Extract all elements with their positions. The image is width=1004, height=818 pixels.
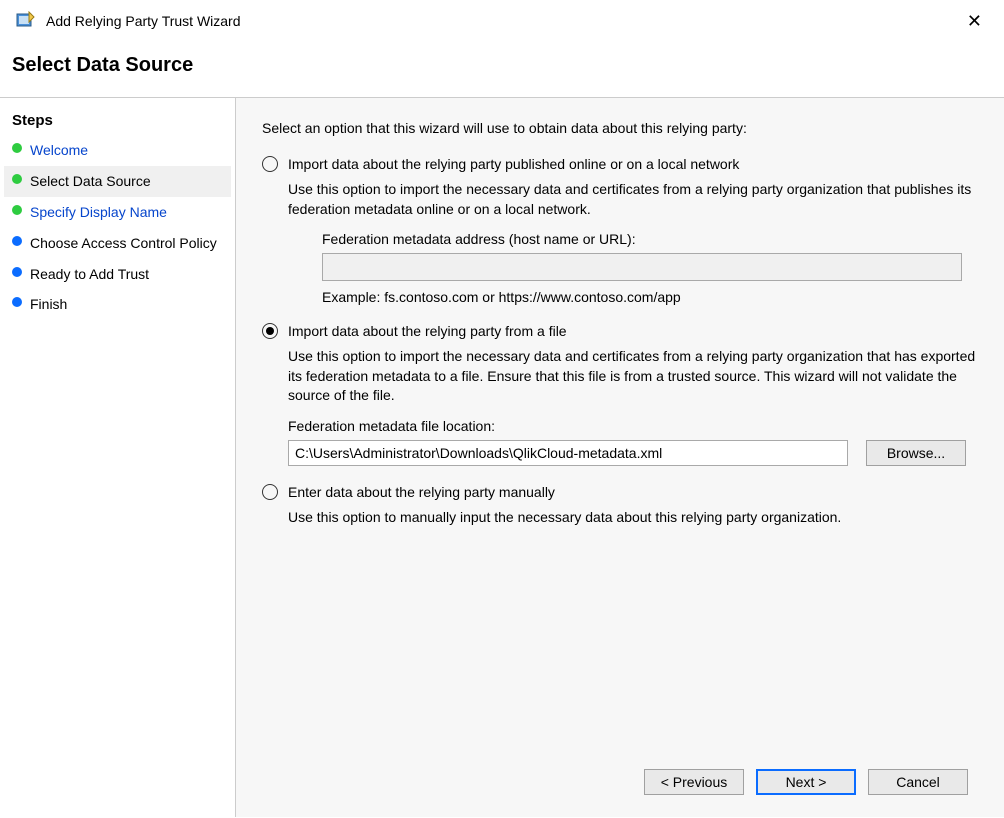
metadata-address-label: Federation metadata address (host name o…	[322, 231, 978, 247]
wizard-icon	[16, 11, 36, 31]
step-label: Welcome	[30, 141, 88, 160]
step-label: Specify Display Name	[30, 203, 167, 222]
next-button[interactable]: Next >	[756, 769, 856, 795]
step-choose-access-control[interactable]: Choose Access Control Policy	[4, 228, 231, 259]
cancel-button[interactable]: Cancel	[868, 769, 968, 795]
metadata-address-input[interactable]	[322, 253, 962, 281]
close-icon[interactable]: ✕	[957, 8, 992, 34]
wizard-button-bar: < Previous Next > Cancel	[262, 753, 978, 817]
step-bullet-icon	[12, 236, 22, 246]
wizard-body: Steps Welcome Select Data Source Specify…	[0, 97, 1004, 817]
step-label: Ready to Add Trust	[30, 265, 149, 284]
radio-label[interactable]: Enter data about the relying party manua…	[288, 484, 555, 500]
step-select-data-source[interactable]: Select Data Source	[4, 166, 231, 197]
previous-button[interactable]: < Previous	[644, 769, 744, 795]
page-header: Select Data Source	[0, 40, 1004, 97]
step-ready-to-add-trust[interactable]: Ready to Add Trust	[4, 259, 231, 290]
step-bullet-icon	[12, 267, 22, 277]
step-bullet-icon	[12, 205, 22, 215]
option-description: Use this option to manually input the ne…	[288, 508, 978, 528]
step-label: Choose Access Control Policy	[30, 234, 217, 253]
option-import-online: Import data about the relying party publ…	[262, 156, 978, 305]
page-title: Select Data Source	[12, 54, 992, 77]
browse-button[interactable]: Browse...	[866, 440, 966, 466]
option-enter-manually: Enter data about the relying party manua…	[262, 484, 978, 528]
step-bullet-icon	[12, 174, 22, 184]
metadata-address-example: Example: fs.contoso.com or https://www.c…	[322, 289, 978, 305]
window-title: Add Relying Party Trust Wizard	[46, 13, 957, 29]
radio-label[interactable]: Import data about the relying party from…	[288, 323, 567, 339]
option-description: Use this option to import the necessary …	[288, 180, 978, 219]
step-finish[interactable]: Finish	[4, 289, 231, 320]
intro-text: Select an option that this wizard will u…	[262, 120, 978, 136]
step-label: Finish	[30, 295, 67, 314]
step-welcome[interactable]: Welcome	[4, 135, 231, 166]
radio-import-online[interactable]	[262, 156, 278, 172]
steps-pane: Steps Welcome Select Data Source Specify…	[0, 98, 236, 817]
radio-label[interactable]: Import data about the relying party publ…	[288, 156, 739, 172]
metadata-file-label: Federation metadata file location:	[288, 418, 978, 434]
radio-import-file[interactable]	[262, 323, 278, 339]
content-pane: Select an option that this wizard will u…	[236, 98, 1004, 817]
option-description: Use this option to import the necessary …	[288, 347, 978, 406]
metadata-file-input[interactable]	[288, 440, 848, 466]
titlebar: Add Relying Party Trust Wizard ✕	[0, 0, 1004, 40]
option-import-file: Import data about the relying party from…	[262, 323, 978, 466]
step-label: Select Data Source	[30, 172, 151, 191]
radio-enter-manually[interactable]	[262, 484, 278, 500]
step-bullet-icon	[12, 143, 22, 153]
steps-heading: Steps	[4, 108, 231, 135]
step-bullet-icon	[12, 297, 22, 307]
step-specify-display-name[interactable]: Specify Display Name	[4, 197, 231, 228]
